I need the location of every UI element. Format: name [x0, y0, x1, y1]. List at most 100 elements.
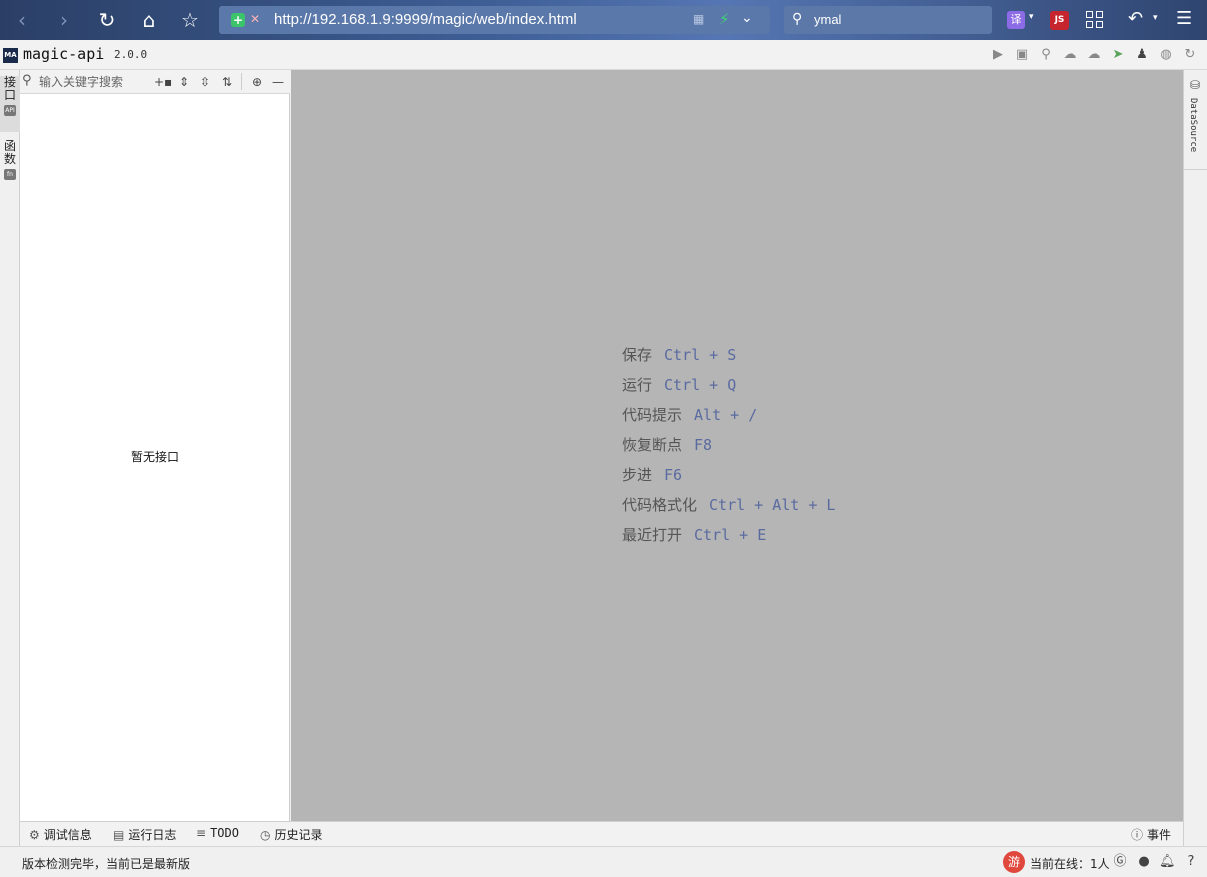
github-icon[interactable]: ● [1136, 854, 1152, 870]
tab-datasource[interactable]: ⛁ DataSource [1184, 70, 1207, 170]
run-icon[interactable]: ▶ [989, 46, 1007, 64]
new-group-icon[interactable]: +▪ [154, 73, 172, 91]
bookmark-star-icon[interactable]: ☆ [178, 8, 202, 32]
user-avatar[interactable]: 游 [1003, 851, 1025, 873]
shortcut-label: 运行 [622, 376, 653, 394]
refresh-icon[interactable]: ↻ [1181, 46, 1199, 64]
search-icon: ⚲ [792, 11, 803, 27]
save-icon[interactable]: ▣ [1013, 46, 1031, 64]
status-message: 版本检测完毕，当前已是最新版 [22, 857, 191, 871]
toolbar-divider [241, 73, 242, 90]
app-version: 2.0.0 [114, 48, 148, 61]
tab-history[interactable]: ◷ 历史记录 [260, 826, 323, 843]
tab-debug-info[interactable]: ⚙ 调试信息 [29, 826, 92, 843]
status-bar: 版本检测完毕，当前已是最新版 游 当前在线：1人 Ⓖ ● 🔔︎ ? [0, 846, 1207, 877]
shortcut-label: 代码格式化 [622, 496, 698, 514]
compat-mode-icon[interactable]: ✕ [250, 12, 260, 26]
tab-api-label: 接口 [4, 75, 17, 102]
search-icon[interactable]: ⚲ [1037, 46, 1055, 64]
apps-grid-icon[interactable] [1086, 11, 1104, 29]
caret-down-icon[interactable]: ▾ [1029, 12, 1034, 22]
security-shield-icon[interactable]: + [231, 13, 245, 27]
home-icon[interactable]: ⌂ [137, 8, 161, 32]
info-icon: ⓘ [1131, 828, 1144, 842]
tab-run-log-label: 运行日志 [128, 828, 177, 842]
clock-icon: ◷ [260, 828, 271, 842]
editor-area[interactable]: 保存 Ctrl + S 运行 Ctrl + Q 代码提示 Alt + / 恢复断点 F8… [291, 70, 1183, 821]
send-icon[interactable]: ➤ [1109, 46, 1127, 64]
globe-icon[interactable]: ◍ [1157, 46, 1175, 64]
collapse-all-icon[interactable]: ⇳ [197, 73, 213, 91]
function-icon: fn [4, 169, 16, 180]
js-extension-icon[interactable]: JS [1050, 11, 1069, 30]
expand-all-icon[interactable]: ⇕ [176, 73, 192, 91]
shortcut-item: 步进 F6 [622, 464, 835, 494]
shortcut-label: 恢复断点 [622, 436, 683, 454]
api-icon: API [4, 105, 16, 116]
shortcut-label: 代码提示 [622, 406, 683, 424]
header-toolbar: ▶ ▣ ⚲ ☁ ☁ ➤ ♟ ◍ ↻ [989, 46, 1199, 64]
bug-icon: ⚙ [29, 828, 40, 842]
keyword-search-input[interactable] [39, 72, 151, 92]
tab-api[interactable]: 接口 API [0, 76, 20, 132]
reload-icon[interactable]: ↻ [95, 8, 119, 32]
shortcut-label: 保存 [622, 346, 653, 364]
right-tab-strip: ⛁ DataSource [1183, 70, 1207, 846]
shortcut-item: 最近打开 Ctrl + E [622, 524, 835, 554]
tab-todo[interactable]: ≡ TODO [196, 826, 239, 843]
skin-icon[interactable]: ♟ [1133, 46, 1151, 64]
left-tab-strip: 接口 API 函数 fn [0, 70, 20, 846]
qr-code-icon[interactable]: ▦ [693, 12, 704, 26]
app-header: MA magic-api 2.0.0 ▶ ▣ ⚲ ☁ ☁ ➤ ♟ ◍ ↻ [0, 40, 1207, 70]
tab-events[interactable]: ⓘ 事件 [1131, 826, 1171, 843]
log-icon: ▤ [113, 828, 125, 842]
shortcut-item: 保存 Ctrl + S [622, 344, 835, 374]
shortcut-list: 保存 Ctrl + S 运行 Ctrl + Q 代码提示 Alt + / 恢复断点 F8… [622, 344, 835, 554]
tab-events-label: 事件 [1147, 828, 1172, 842]
speed-mode-icon[interactable]: ⚡ [719, 10, 730, 28]
shortcut-item: 代码格式化 Ctrl + Alt + L [622, 494, 835, 524]
back-icon[interactable]: ‹ [10, 8, 34, 32]
browser-toolbar: ‹ › ↻ ⌂ ☆ + ✕ http://192.168.1.9:9999/ma… [0, 0, 1207, 40]
online-count[interactable]: 当前在线：1人 [1030, 855, 1110, 872]
browser-search-input[interactable]: ⚲ ymal [784, 6, 992, 34]
address-bar[interactable]: + ✕ http://192.168.1.9:9999/magic/web/in… [219, 6, 770, 34]
search-text[interactable]: ymal [814, 12, 841, 27]
tab-function[interactable]: 函数 fn [0, 140, 20, 192]
shortcut-keys: Ctrl + Alt + L [709, 496, 836, 514]
sort-icon[interactable]: ⇅ [219, 73, 235, 91]
shortcut-keys: Ctrl + E [694, 526, 767, 544]
tab-todo-label: TODO [210, 826, 239, 840]
undo-icon[interactable]: ↶ [1128, 8, 1143, 29]
caret-down-icon[interactable]: ▾ [1153, 13, 1158, 23]
app-name: magic-api [23, 45, 105, 63]
app-logo: MA [3, 48, 18, 63]
download-cloud-icon[interactable]: ☁ [1085, 46, 1103, 64]
tab-datasource-label: DataSource [1188, 98, 1198, 153]
gitee-icon[interactable]: Ⓖ [1112, 854, 1128, 870]
forward-icon[interactable]: › [52, 8, 76, 32]
database-icon: ⛁ [1189, 78, 1201, 92]
notification-bell-icon[interactable]: 🔔︎ [1159, 854, 1176, 870]
api-tree-panel: ⚲ +▪ ⇕ ⇳ ⇅ ⊕ — 暂无接口 [20, 70, 290, 821]
chevron-down-icon[interactable]: ⌄ [741, 10, 753, 26]
sidebar-toolbar: ⚲ +▪ ⇕ ⇳ ⇅ ⊕ — [20, 70, 290, 94]
tab-run-log[interactable]: ▤ 运行日志 [113, 826, 176, 843]
shortcut-keys: Ctrl + S [664, 346, 737, 364]
shortcut-label: 最近打开 [622, 526, 683, 544]
empty-state-text: 暂无接口 [130, 450, 179, 464]
help-icon[interactable]: ? [1183, 854, 1199, 870]
tab-debug-info-label: 调试信息 [43, 828, 92, 842]
search-icon: ⚲ [22, 73, 32, 88]
shortcut-keys: Ctrl + Q [664, 376, 737, 394]
menu-icon[interactable]: ☰ [1176, 8, 1192, 29]
shortcut-keys: Alt + / [694, 406, 758, 424]
list-icon: ≡ [196, 826, 207, 840]
url-text[interactable]: http://192.168.1.9:9999/magic/web/index.… [274, 11, 577, 28]
shortcut-item: 代码提示 Alt + / [622, 404, 835, 434]
upload-cloud-icon[interactable]: ☁ [1061, 46, 1079, 64]
translate-extension-icon[interactable]: 译 [1007, 11, 1025, 29]
minimize-icon[interactable]: — [270, 73, 286, 91]
locate-icon[interactable]: ⊕ [249, 73, 265, 91]
bottom-panel-tabs: ⚙ 调试信息 ▤ 运行日志 ≡ TODO ◷ 历史记录 ⓘ 事件 [20, 821, 1183, 846]
